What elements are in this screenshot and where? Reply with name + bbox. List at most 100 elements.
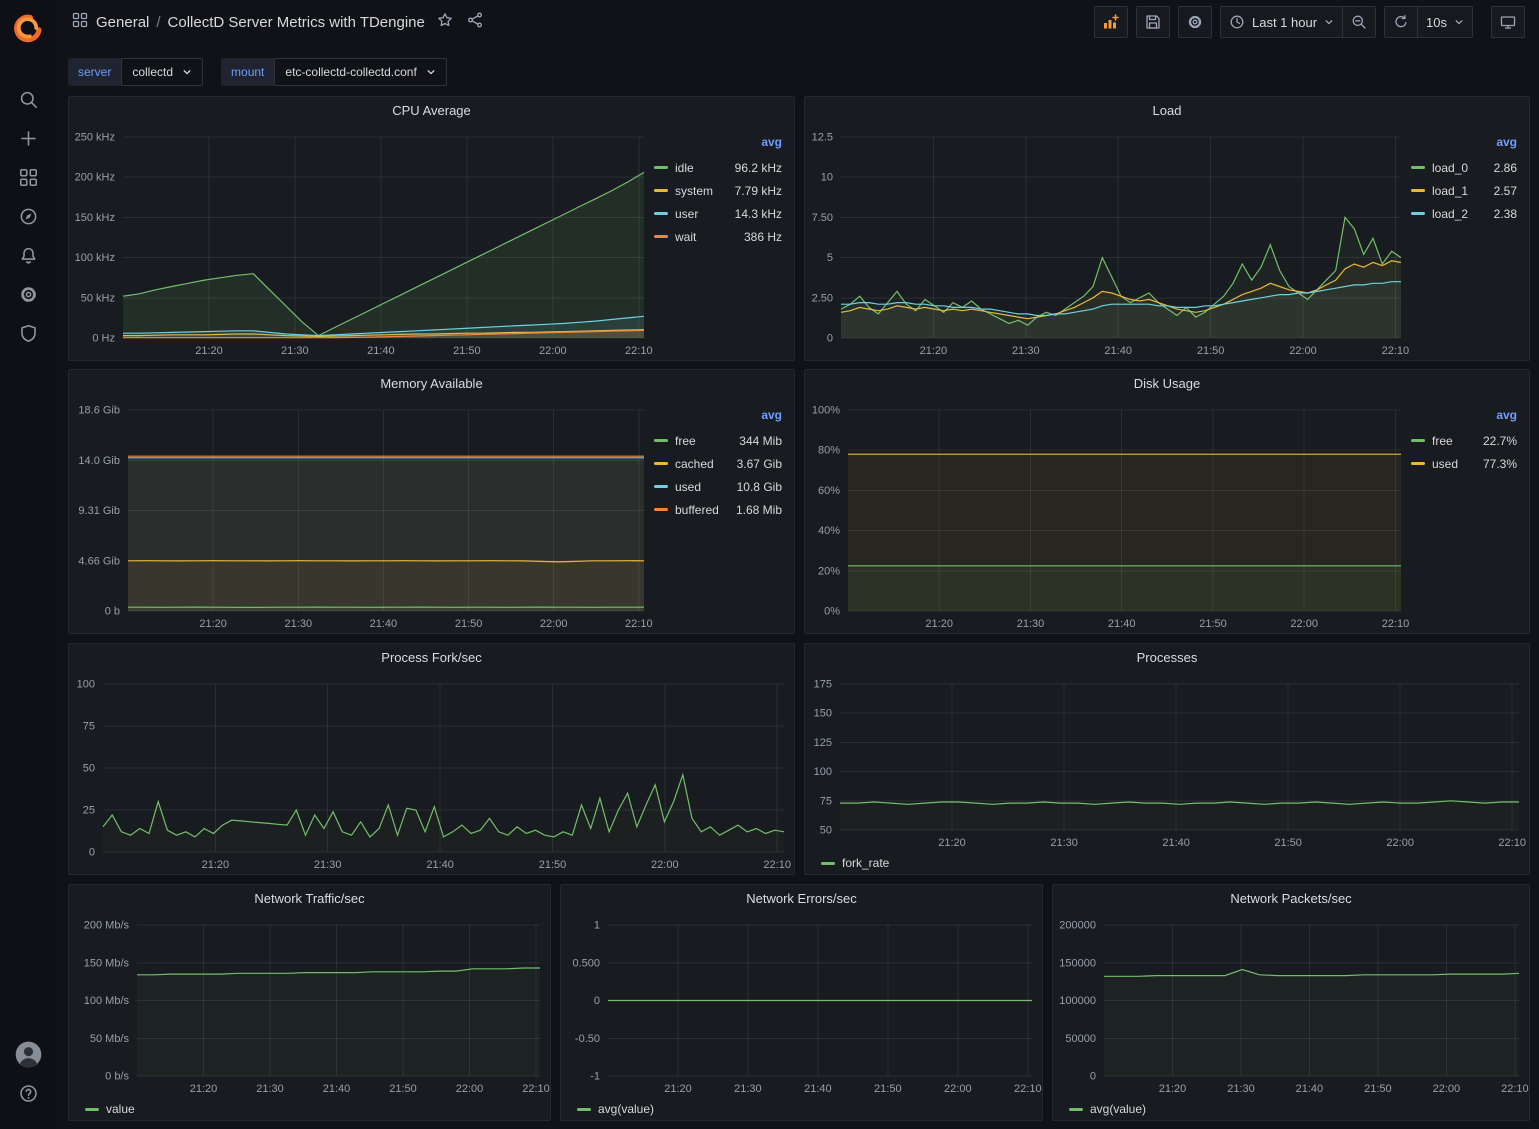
series-lines	[1104, 970, 1519, 1077]
legend-series-value: 1.68 Mib	[736, 503, 782, 517]
legend-series-value: 10.8 Gib	[737, 480, 782, 494]
chart-memory-available[interactable]: 0 b4.66 Gib9.31 Gib14.0 Gib18.6 Gib21:20…	[69, 396, 654, 633]
chevron-down-icon	[182, 67, 192, 77]
chart-network-errors[interactable]: -1-0.5000.500121:2021:3021:4021:5022:002…	[561, 911, 1042, 1098]
panel-title[interactable]: Memory Available	[69, 370, 794, 396]
panel-title[interactable]: Network Packets/sec	[1053, 885, 1529, 911]
variables-row: server collectd mount etc-collectd-colle…	[68, 58, 447, 86]
legend-item[interactable]: used10.8 Gib	[654, 475, 782, 498]
svg-text:125: 125	[814, 737, 832, 749]
chart-canvas[interactable]: 05000010000015000020000021:2021:3021:402…	[1053, 911, 1529, 1098]
config-icon	[19, 285, 38, 304]
panel-title[interactable]: Process Fork/sec	[69, 644, 794, 670]
chart-canvas[interactable]: 0 Hz50 kHz100 kHz150 kHz200 kHz250 kHz21…	[69, 123, 654, 360]
svg-text:0 Hz: 0 Hz	[92, 333, 115, 345]
sidebar-item-search-icon[interactable]	[6, 80, 50, 119]
breadcrumb-folder[interactable]: General	[96, 14, 149, 31]
legend-avg-header[interactable]: avg	[654, 408, 782, 429]
chart-canvas[interactable]: 507510012515017521:2021:3021:4021:5022:0…	[805, 670, 1529, 852]
panel-title[interactable]: Network Traffic/sec	[69, 885, 550, 911]
grafana-logo[interactable]	[6, 8, 50, 52]
legend-item[interactable]: idle96.2 kHz	[654, 156, 782, 179]
dashboard-settings-button[interactable]	[1178, 6, 1212, 38]
chart-canvas[interactable]: 0 b4.66 Gib9.31 Gib14.0 Gib18.6 Gib21:20…	[69, 396, 654, 633]
legend-item[interactable]: avg(value)	[577, 1098, 654, 1121]
legend-item[interactable]: used77.3%	[1411, 452, 1517, 475]
sidebar-item-plus-icon[interactable]	[6, 119, 50, 158]
kiosk-mode-button[interactable]	[1491, 6, 1525, 38]
chart-disk-usage[interactable]: 0%20%40%60%80%100%21:2021:3021:4021:5022…	[805, 396, 1411, 633]
svg-text:250 kHz: 250 kHz	[75, 132, 115, 144]
svg-text:0: 0	[594, 995, 600, 1007]
legend-item[interactable]: load_02.86	[1411, 156, 1517, 179]
sidebar-item-dashboards-icon[interactable]	[6, 158, 50, 197]
legend-item[interactable]: free22.7%	[1411, 429, 1517, 452]
chart-canvas[interactable]: 02.5057.501012.521:2021:3021:4021:5022:0…	[805, 123, 1411, 360]
sidebar-item-explore-icon[interactable]	[6, 197, 50, 236]
legend-item[interactable]: value	[85, 1098, 135, 1121]
panel-title[interactable]: CPU Average	[69, 97, 794, 123]
time-range-picker[interactable]: Last 1 hour	[1220, 6, 1343, 38]
sidebar-item-avatar[interactable]	[6, 1035, 50, 1074]
svg-text:5: 5	[827, 252, 833, 264]
series-color-dash	[654, 166, 668, 169]
svg-text:150000: 150000	[1059, 957, 1096, 969]
series-color-dash	[1411, 439, 1425, 442]
chart-load[interactable]: 02.5057.501012.521:2021:3021:4021:5022:0…	[805, 123, 1411, 360]
dashboards-icon	[19, 168, 38, 187]
panel-title[interactable]: Disk Usage	[805, 370, 1529, 396]
svg-text:21:40: 21:40	[804, 1083, 832, 1095]
dashboard-title[interactable]: CollectD Server Metrics with TDengine	[168, 14, 425, 31]
svg-text:50: 50	[820, 825, 832, 837]
chart-cpu-average[interactable]: 0 Hz50 kHz100 kHz150 kHz200 kHz250 kHz21…	[69, 123, 654, 360]
legend-avg-header[interactable]: avg	[1411, 408, 1517, 429]
share-dashboard-button[interactable]	[467, 12, 483, 33]
legend-item[interactable]: buffered1.68 Mib	[654, 498, 782, 521]
legend: avgload_02.86load_12.57load_22.38	[1411, 123, 1529, 225]
chart-canvas[interactable]: 0 b/s50 Mb/s100 Mb/s150 Mb/s200 Mb/s21:2…	[69, 911, 550, 1098]
legend-avg-header[interactable]: avg	[654, 135, 782, 156]
panel-network-errors: Network Errors/sec-1-0.5000.500121:2021:…	[560, 884, 1043, 1121]
legend-item[interactable]: user14.3 kHz	[654, 202, 782, 225]
chart-network-traffic[interactable]: 0 b/s50 Mb/s100 Mb/s150 Mb/s200 Mb/s21:2…	[69, 911, 550, 1098]
sidebar-item-help-icon[interactable]	[6, 1074, 50, 1113]
zoom-out-time-button[interactable]	[1343, 6, 1376, 38]
legend-item[interactable]: cached3.67 Gib	[654, 452, 782, 475]
star-dashboard-button[interactable]	[437, 12, 453, 33]
svg-text:0%: 0%	[824, 606, 840, 618]
panel-title[interactable]: Processes	[805, 644, 1529, 670]
legend-item[interactable]: fork_rate	[821, 852, 889, 875]
chart-canvas[interactable]: 0%20%40%60%80%100%21:2021:3021:4021:5022…	[805, 396, 1411, 633]
legend-item[interactable]: load_22.38	[1411, 202, 1517, 225]
add-panel-button[interactable]	[1094, 6, 1128, 38]
svg-text:0: 0	[1090, 1071, 1096, 1083]
variable-server-picker[interactable]: collectd	[121, 58, 203, 86]
chart-canvas[interactable]: -1-0.5000.500121:2021:3021:4021:5022:002…	[561, 911, 1042, 1098]
legend-item[interactable]: wait386 Hz	[654, 225, 782, 248]
sidebar-item-config-icon[interactable]	[6, 275, 50, 314]
svg-text:-1: -1	[590, 1071, 600, 1083]
chart-process-fork[interactable]: 025507510021:2021:3021:4021:5022:0022:10	[69, 670, 794, 874]
svg-text:200 kHz: 200 kHz	[75, 172, 115, 184]
chart-processes[interactable]: 507510012515017521:2021:3021:4021:5022:0…	[805, 670, 1529, 852]
svg-text:22:00: 22:00	[651, 859, 679, 871]
chevron-down-icon	[1324, 17, 1334, 27]
sidebar-item-admin-icon[interactable]	[6, 314, 50, 353]
svg-text:21:30: 21:30	[734, 1083, 762, 1095]
panel-title[interactable]: Network Errors/sec	[561, 885, 1042, 911]
sidebar-item-alerting-icon[interactable]	[6, 236, 50, 275]
refresh-interval-picker[interactable]: 10s	[1418, 6, 1473, 38]
save-dashboard-button[interactable]	[1136, 6, 1170, 38]
chart-network-packets[interactable]: 05000010000015000020000021:2021:3021:402…	[1053, 911, 1529, 1098]
legend-avg-header[interactable]: avg	[1411, 135, 1517, 156]
panel-title[interactable]: Load	[805, 97, 1529, 123]
series-color-dash	[1411, 462, 1425, 465]
chart-canvas[interactable]: 025507510021:2021:3021:4021:5022:0022:10	[69, 670, 794, 874]
panel-cpu-average: CPU Average0 Hz50 kHz100 kHz150 kHz200 k…	[68, 96, 795, 361]
legend-item[interactable]: free344 Mib	[654, 429, 782, 452]
refresh-button[interactable]	[1384, 6, 1418, 38]
variable-mount-picker[interactable]: etc-collectd-collectd.conf	[274, 58, 446, 86]
legend-item[interactable]: system7.79 kHz	[654, 179, 782, 202]
legend-item[interactable]: avg(value)	[1069, 1098, 1146, 1121]
legend-item[interactable]: load_12.57	[1411, 179, 1517, 202]
